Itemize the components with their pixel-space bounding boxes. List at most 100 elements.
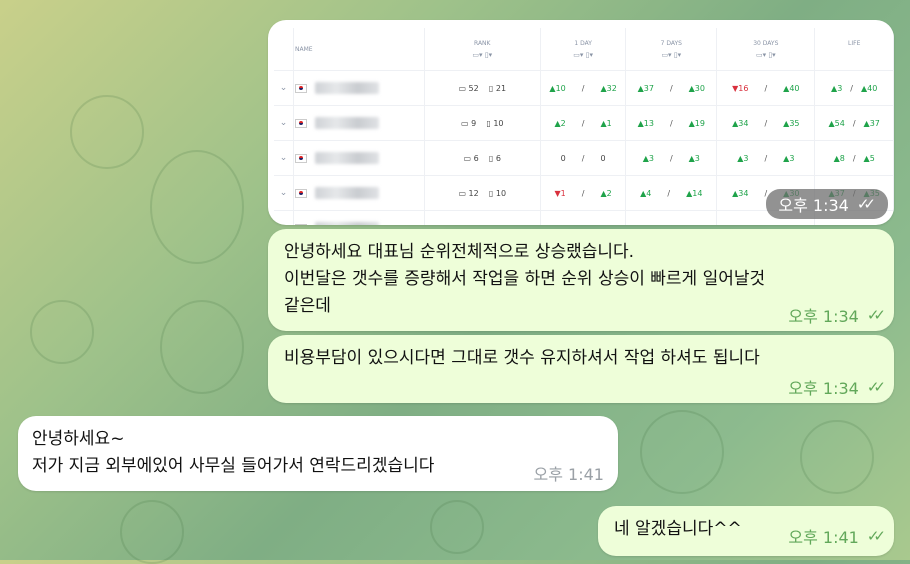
separator: /: [852, 153, 856, 163]
phone-icon: ▯: [486, 118, 491, 128]
value: ▲29: [689, 224, 705, 226]
header-life: LIFE: [848, 39, 861, 47]
timestamp: 오후 1:34: [788, 379, 859, 398]
background-doodle: [30, 300, 94, 364]
flag-icon: [295, 118, 308, 128]
outgoing-message[interactable]: 비용부담이 있으시다면 그대로 갯수 유지하셔서 작업 하셔도 됩니다 오후 1…: [268, 335, 894, 403]
separator: /: [581, 83, 585, 93]
separator: /: [669, 83, 673, 93]
chevron-down-icon[interactable]: ⌄: [280, 223, 288, 225]
table-row: ⌄ ▭ 52 ▯ 21 ▲10 / ▲32 ▲37 / ▲30 ▼16 / ▲40 ▲3 / ▲40: [274, 70, 894, 106]
separator: /: [852, 118, 856, 128]
message-text: 비용부담이 있으시다면 그대로 갯수 유지하셔서 작업 하셔도 됩니다: [284, 348, 760, 368]
separator: /: [581, 188, 585, 198]
value: ▲33: [758, 224, 774, 226]
header-rank: RANK: [474, 39, 491, 47]
separator: /: [670, 224, 673, 226]
value: ▲40: [638, 224, 654, 226]
flag-icon: [295, 153, 308, 163]
image-message[interactable]: NAME RANK ▭▾ ▯▾ 1 DAY ▭▾ ▯▾ 7 DAYS ▭▾ ▯▾…: [268, 20, 894, 225]
value: ▼8: [555, 224, 566, 226]
value: ▲35: [783, 118, 800, 128]
value: ▲3: [737, 153, 749, 163]
chat-icon: ▭: [458, 83, 466, 93]
background-doodle: [640, 410, 724, 494]
background-doodle: [70, 95, 144, 169]
value: ▲14: [686, 188, 703, 198]
chevron-down-icon[interactable]: ⌄: [280, 118, 288, 128]
message-text: 안녕하세요~ 저가 지금 외부에있어 사무실 들어가서 연락드리겠습니다: [32, 429, 435, 476]
value: ▲1: [600, 118, 612, 128]
chat-icon: ▭: [460, 118, 469, 128]
timestamp: 오후 1:41: [788, 528, 859, 547]
header-name: NAME: [293, 28, 425, 71]
value: ▲54: [828, 118, 845, 128]
timestamp: 오후 1:34: [788, 307, 859, 326]
incoming-message[interactable]: 안녕하세요~ 저가 지금 외부에있어 사무실 들어가서 연락드리겠습니다 오후 …: [18, 416, 618, 491]
value: ▲34: [732, 188, 749, 198]
image-timestamp: 오후 1:34 ✓✓: [766, 189, 888, 219]
flag-icon: [295, 223, 308, 225]
value: ▲3: [831, 83, 843, 93]
chevron-down-icon[interactable]: ⌄: [280, 188, 288, 198]
value: ▲37: [637, 83, 654, 93]
value: 25: [469, 224, 479, 226]
double-check-icon: ✓✓: [866, 527, 886, 545]
value: ▲37: [863, 118, 880, 128]
outgoing-message[interactable]: 네 알겠습니다^^ 오후 1:41 ✓✓: [598, 506, 894, 556]
redacted-name: [315, 152, 380, 164]
value: ▲40: [861, 83, 878, 93]
chevron-down-icon[interactable]: ⌄: [280, 153, 288, 163]
value: ▲3: [642, 153, 654, 163]
separator: /: [764, 153, 768, 163]
phone-icon: ▯: [488, 83, 494, 93]
header-1day: 1 DAY: [574, 39, 592, 47]
redacted-name: [315, 117, 380, 129]
message-meta: 오후 1:34 ✓✓: [788, 303, 886, 327]
background-doodle: [800, 420, 874, 494]
value: 10: [495, 188, 507, 198]
value: 21: [495, 83, 507, 93]
value: ▲3: [688, 153, 700, 163]
value: ▲40: [783, 83, 800, 93]
value: 6: [473, 153, 479, 163]
value: 14: [496, 224, 506, 226]
value: ▲10: [549, 83, 566, 93]
double-check-icon: ✓✓: [866, 378, 886, 396]
phone-icon: ▯: [488, 188, 494, 198]
separator: /: [764, 118, 768, 128]
table-header-row: NAME RANK ▭▾ ▯▾ 1 DAY ▭▾ ▯▾ 7 DAYS ▭▾ ▯▾…: [274, 28, 894, 71]
value: ▲4: [640, 188, 652, 198]
chevron-down-icon[interactable]: ⌄: [280, 83, 288, 93]
value: ▲2: [600, 188, 612, 198]
timestamp: 오후 1:34: [778, 196, 849, 215]
double-check-icon: ✓✓: [866, 306, 886, 324]
chat-icon: ▭: [458, 224, 466, 226]
value: ▲13: [637, 118, 654, 128]
value: ▲19: [688, 118, 705, 128]
redacted-name: [315, 222, 380, 225]
value: ▲3: [783, 153, 795, 163]
outgoing-message[interactable]: 안녕하세요 대표님 순위전체적으로 상승랬습니다. 이번달은 갯수를 증량해서 …: [268, 229, 894, 331]
header-7days: 7 DAYS: [660, 39, 682, 47]
message-meta: 오후 1:34 ✓✓: [788, 375, 886, 399]
background-doodle: [120, 500, 184, 564]
value: ▲32: [600, 83, 617, 93]
separator: /: [850, 83, 853, 93]
message-text: 네 알겠습니다^^: [614, 519, 742, 539]
background-doodle: [150, 150, 244, 264]
separator: /: [764, 83, 768, 93]
message-meta: 오후 1:41 ✓✓: [788, 524, 886, 548]
flag-icon: [295, 188, 308, 198]
redacted-name: [315, 82, 380, 94]
value: ▲2: [554, 118, 566, 128]
value: ▲8: [833, 153, 845, 163]
value: 0: [560, 153, 566, 163]
value: 9: [471, 118, 477, 128]
value: ▼16: [732, 83, 749, 93]
message-meta: 오후 1:41: [534, 461, 604, 485]
separator: /: [581, 118, 585, 128]
phone-icon: ▯: [489, 224, 493, 226]
timestamp: 오후 1:41: [533, 465, 604, 484]
value: 10: [493, 118, 504, 128]
